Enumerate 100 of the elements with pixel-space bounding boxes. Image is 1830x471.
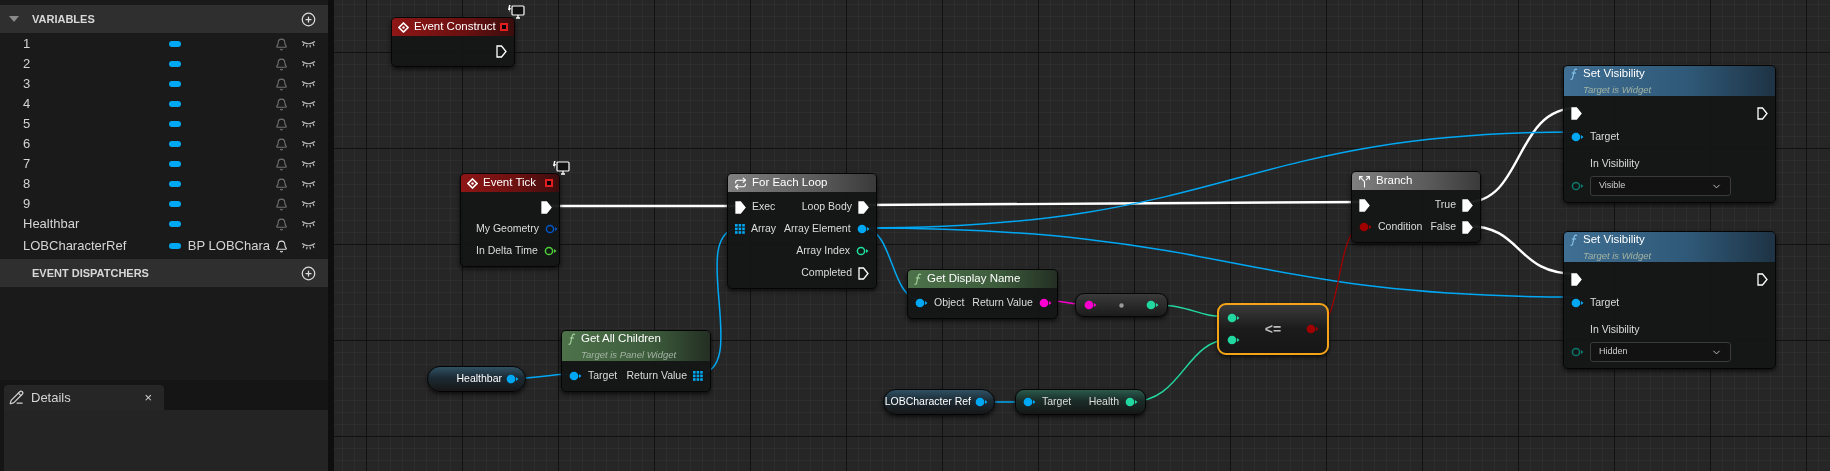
node-subtitle: Target is Widget	[1582, 82, 1653, 97]
pin-label: Completed	[801, 265, 852, 281]
node-title: For Each Loop	[752, 175, 828, 191]
data-pin[interactable]	[1084, 300, 1097, 310]
eye-closed-icon[interactable]	[301, 80, 316, 88]
branch-icon	[1358, 174, 1371, 188]
variable-label: LOBCharacter Ref	[884, 394, 971, 410]
pin-label: Object	[934, 295, 965, 311]
variable-name[interactable]: 3	[23, 74, 169, 94]
data-pin[interactable]	[543, 246, 557, 256]
eye-closed-icon[interactable]	[301, 40, 316, 48]
data-pin[interactable]	[856, 224, 870, 234]
pin-label: Target	[1590, 295, 1620, 311]
eye-closed-icon[interactable]	[301, 220, 316, 228]
visibility-dropdown[interactable]: Visible	[1590, 176, 1731, 196]
type-pill-icon	[168, 201, 181, 207]
variable-name[interactable]: Healthbar	[23, 214, 169, 234]
variable-name[interactable]: 5	[23, 114, 169, 134]
exec-pin[interactable]	[1757, 106, 1768, 120]
exec-pin[interactable]	[858, 200, 869, 214]
exec-pin[interactable]	[735, 200, 746, 214]
event-node[interactable]: Event Construct	[391, 17, 515, 67]
variable-name[interactable]: 2	[23, 54, 169, 74]
section-title: VARIABLES	[32, 11, 95, 27]
exec-pin[interactable]	[1757, 272, 1768, 286]
visibility-dropdown[interactable]: Hidden	[1590, 342, 1731, 362]
loop-icon	[734, 176, 747, 190]
details-tab[interactable]: Details ×	[4, 385, 164, 410]
operator-node[interactable]: <=	[1217, 303, 1329, 355]
data-pin[interactable]	[506, 374, 519, 384]
exec-pin[interactable]	[1462, 220, 1474, 234]
data-pin[interactable]	[1571, 132, 1584, 142]
add-icon	[301, 11, 316, 27]
node-title: Event Tick	[483, 175, 537, 191]
data-pin[interactable]	[915, 298, 928, 308]
node-subtitle: Target is Panel Widget	[580, 347, 678, 362]
bell-icon[interactable]	[275, 239, 288, 253]
exec-pin[interactable]	[858, 266, 869, 280]
exec-pin[interactable]	[1359, 198, 1370, 212]
exec-pin[interactable]	[496, 44, 507, 58]
macro-node[interactable]: For Each Loop Exec Loop Body Array Array Element Array Index Completed	[727, 173, 877, 289]
branch-node[interactable]: Branch True Condition False	[1351, 171, 1481, 243]
variable-name[interactable]: 1	[23, 34, 169, 54]
pin-label: Exec	[752, 199, 776, 215]
close-button[interactable]: ×	[144, 387, 152, 408]
type-pill-icon	[168, 221, 181, 227]
data-pin[interactable]	[1038, 298, 1052, 308]
function-node[interactable]: Set Visibility Target is Widget Target In Visibility Hidden	[1563, 231, 1776, 369]
data-pin[interactable]	[1146, 300, 1159, 310]
data-pin[interactable]	[1227, 335, 1240, 345]
eye-closed-icon[interactable]	[301, 100, 316, 108]
variable-node[interactable]: LOBCharacter Ref	[883, 389, 995, 415]
variable-name[interactable]: 4	[23, 94, 169, 114]
data-pin[interactable]	[856, 246, 869, 256]
operator-symbol: <=	[1264, 319, 1282, 339]
pin-label: Target	[1042, 394, 1072, 410]
variable-name[interactable]: 9	[23, 194, 169, 214]
exec-pin[interactable]	[1571, 272, 1582, 286]
type-pill-icon	[168, 61, 181, 67]
event-node[interactable]: Event Tick My Geometry In Delta Time	[460, 173, 560, 267]
eye-closed-icon[interactable]	[301, 60, 316, 68]
pure-function-node[interactable]: Get Display Name Object Return Value	[907, 269, 1058, 319]
data-pin[interactable]	[1125, 397, 1138, 407]
getter-node[interactable]: Target Health	[1015, 389, 1146, 415]
eye-closed-icon[interactable]	[301, 120, 316, 128]
array-pin[interactable]	[693, 371, 703, 381]
pure-function-node[interactable]: Get All Children Target is Panel Widget Target Return Value	[561, 330, 711, 392]
add-button[interactable]	[301, 11, 316, 27]
eye-closed-icon[interactable]	[301, 200, 316, 208]
eye-closed-icon[interactable]	[301, 160, 316, 168]
pin-label: Target	[588, 368, 618, 384]
section-title: EVENT DISPATCHERS	[32, 265, 149, 281]
eye-closed-icon[interactable]	[301, 242, 316, 250]
variable-name[interactable]: LOBCharacterRef	[23, 236, 169, 256]
data-pin[interactable]	[1023, 397, 1036, 407]
exec-pin[interactable]	[541, 200, 552, 214]
section-header[interactable]: VARIABLES	[0, 5, 328, 33]
section-header[interactable]: EVENT DISPATCHERS	[0, 259, 328, 287]
variable-name[interactable]: 7	[23, 154, 169, 174]
replication-square-icon	[500, 23, 508, 31]
variable-name[interactable]: 6	[23, 134, 169, 154]
data-pin[interactable]	[975, 397, 988, 407]
add-icon	[301, 265, 316, 281]
conversion-node[interactable]	[1075, 293, 1168, 317]
function-node[interactable]: Set Visibility Target is Widget Target In Visibility Visible	[1563, 65, 1776, 203]
graph-canvas[interactable]	[334, 0, 1830, 471]
array-pin[interactable]	[735, 224, 745, 234]
pin-label: Health	[1088, 394, 1119, 410]
variable-name[interactable]: 8	[23, 174, 169, 194]
type-pill-icon	[168, 81, 181, 87]
function-icon	[1570, 233, 1578, 246]
eye-closed-icon[interactable]	[301, 140, 316, 148]
exec-pin[interactable]	[1571, 106, 1582, 120]
data-pin[interactable]	[569, 371, 582, 381]
add-button[interactable]	[301, 265, 316, 281]
eye-closed-icon[interactable]	[301, 180, 316, 188]
exec-pin[interactable]	[1462, 198, 1473, 212]
data-pin[interactable]	[1227, 313, 1240, 323]
variable-node[interactable]: Healthbar	[427, 366, 526, 392]
data-pin[interactable]	[1571, 298, 1584, 308]
